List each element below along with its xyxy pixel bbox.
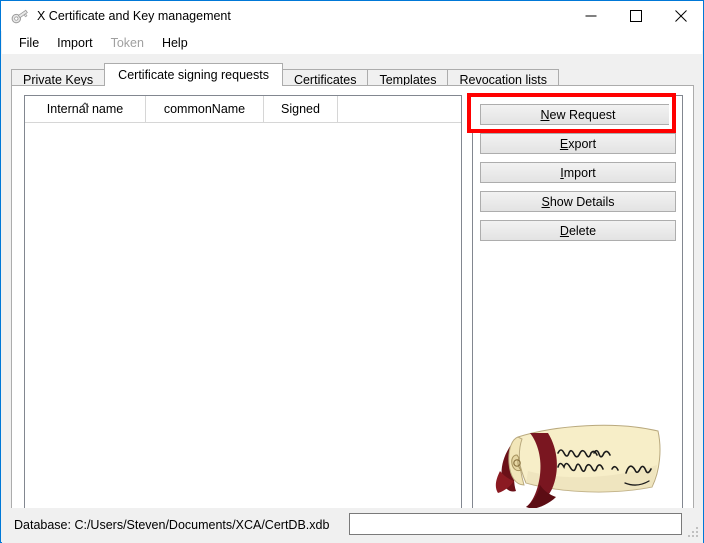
tab-strip: Private Keys Certificate signing request…: [11, 63, 695, 86]
show-details-button-label: how Details: [550, 195, 615, 209]
menu-bar: File Import Token Help: [2, 31, 702, 54]
mnemonic-letter: S: [542, 195, 550, 209]
title-bar: X Certificate and Key management: [1, 1, 703, 31]
export-button-label: xport: [568, 137, 596, 151]
request-list-panel[interactable]: Internal name commonName Signed: [24, 95, 462, 522]
menu-item-help[interactable]: Help: [153, 34, 197, 52]
column-header-spacer[interactable]: [338, 96, 461, 122]
tab-panel: Internal name commonName Signed: [11, 85, 694, 532]
action-button-stack: New Request Export Import Show Details D…: [480, 104, 676, 249]
application-window: X Certificate and Key management File Im…: [0, 0, 704, 543]
column-header-internal-name[interactable]: Internal name: [25, 96, 146, 122]
tab-certificate-signing-requests[interactable]: Certificate signing requests: [104, 63, 283, 86]
menu-item-token: Token: [102, 34, 153, 52]
mnemonic-letter: D: [560, 224, 569, 238]
minimize-button[interactable]: [568, 2, 613, 31]
sort-ascending-icon: [81, 97, 90, 103]
column-header-signed[interactable]: Signed: [264, 96, 338, 122]
mnemonic-letter: E: [560, 137, 568, 151]
delete-button[interactable]: Delete: [480, 220, 676, 241]
maximize-button[interactable]: [613, 2, 658, 31]
status-bar: Database: C:/Users/Steven/Documents/XCA/…: [2, 508, 703, 543]
actions-panel: New Request Export Import Show Details D…: [472, 95, 683, 522]
mnemonic-letter: N: [540, 108, 549, 122]
close-button[interactable]: [658, 2, 703, 31]
menu-item-import[interactable]: Import: [48, 34, 101, 52]
window-title: X Certificate and Key management: [37, 9, 568, 23]
export-button[interactable]: Export: [480, 133, 676, 154]
request-list-body[interactable]: [25, 123, 461, 523]
key-icon: [9, 5, 31, 27]
import-button-label: mport: [564, 166, 596, 180]
database-path-label: Database: C:/Users/Steven/Documents/XCA/…: [14, 518, 329, 532]
new-request-button-label: ew Request: [550, 108, 616, 122]
show-details-button[interactable]: Show Details: [480, 191, 676, 212]
certificate-scroll-graphic: [486, 409, 676, 513]
resize-grip[interactable]: [688, 527, 700, 539]
menu-item-file[interactable]: File: [10, 34, 48, 52]
column-header-commonname[interactable]: commonName: [146, 96, 264, 122]
import-button[interactable]: Import: [480, 162, 676, 183]
content-area: Private Keys Certificate signing request…: [2, 54, 703, 542]
delete-button-label: elete: [569, 224, 596, 238]
status-search-input[interactable]: [349, 513, 682, 535]
column-header-label: Signed: [281, 102, 320, 116]
new-request-button[interactable]: New Request: [480, 104, 676, 125]
list-header-row: Internal name commonName Signed: [25, 96, 461, 123]
column-header-label: commonName: [164, 102, 245, 116]
